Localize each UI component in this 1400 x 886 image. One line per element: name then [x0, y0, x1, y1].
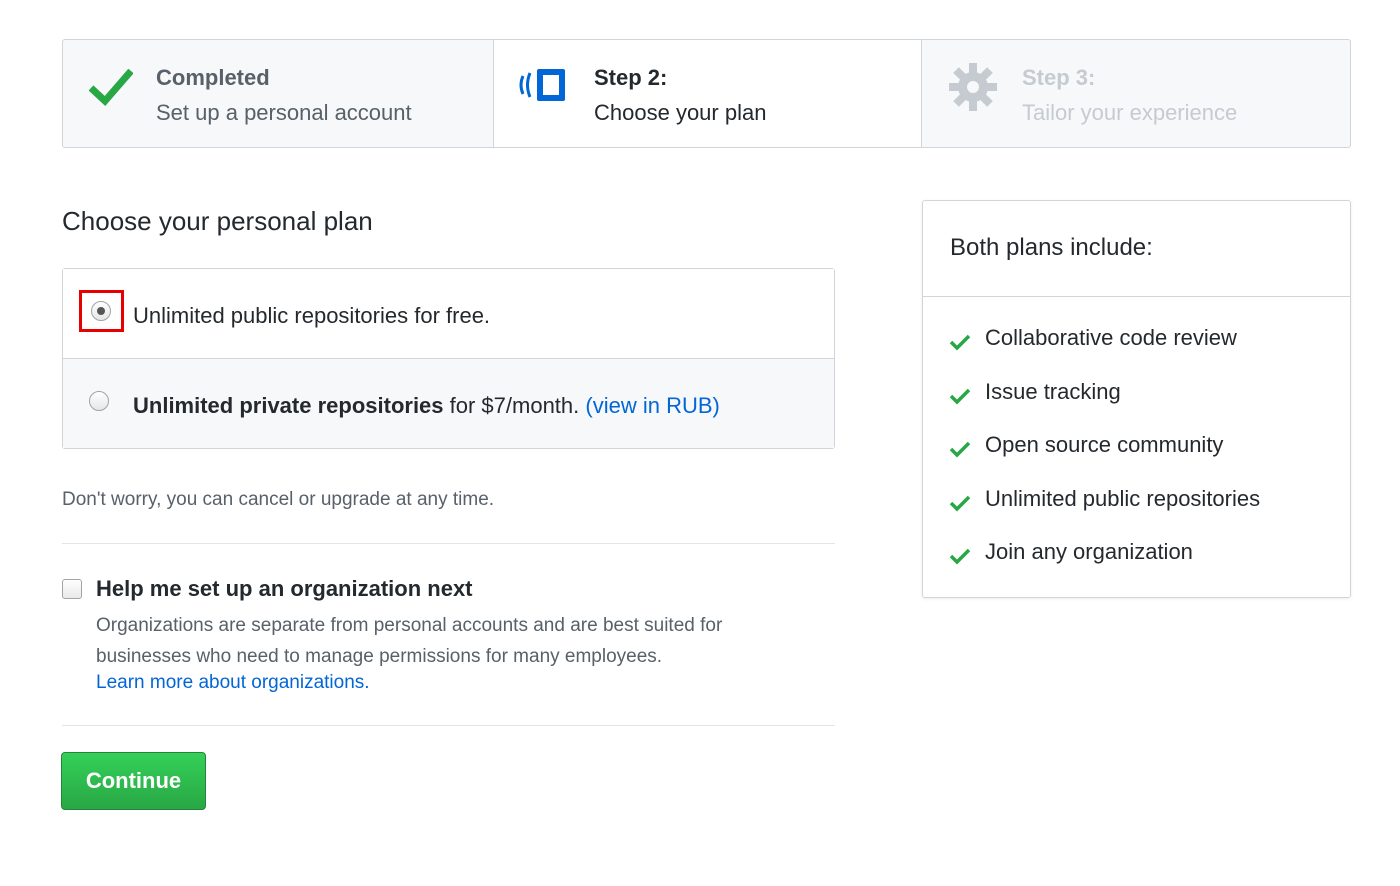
plan-option-free[interactable]: Unlimited public repositories for free.	[63, 269, 834, 359]
list-item: Open source community	[923, 432, 1350, 486]
organization-description: Organizations are separate from personal…	[96, 615, 723, 667]
step-2-title: Step 2:	[594, 65, 668, 90]
divider	[62, 543, 835, 544]
view-in-rub-link[interactable]: (view in RUB)	[585, 393, 719, 418]
plan-option-paid[interactable]: Unlimited private repositories for $7/mo…	[63, 359, 834, 448]
step-2-subtitle: Choose your plan	[594, 100, 767, 125]
step-upcoming: Step 3: Tailor your experience	[921, 40, 1350, 147]
checkmark-icon	[949, 494, 971, 517]
step-3-title: Step 3:	[1022, 65, 1096, 90]
organization-checkbox-label[interactable]: Help me set up an organization next	[96, 576, 473, 602]
feature-label: Issue tracking	[985, 378, 1121, 404]
plan-features-box: Both plans include: Collaborative code r…	[922, 200, 1351, 598]
plan-icon	[518, 67, 570, 112]
plan-features-list: Collaborative code review Issue tracking…	[923, 297, 1350, 593]
continue-button[interactable]: Continue	[61, 752, 206, 810]
signup-steps: Completed Set up a personal account Step…	[62, 39, 1351, 148]
paid-plan-label-bold: Unlimited private repositories	[133, 393, 444, 418]
feature-label: Open source community	[985, 432, 1224, 457]
step-3-subtitle: Tailor your experience	[1022, 100, 1238, 125]
checkmark-icon	[949, 547, 971, 570]
plan-features-header: Both plans include:	[923, 201, 1350, 297]
free-plan-label[interactable]: Unlimited public repositories for free.	[133, 303, 490, 329]
checkmark-icon	[949, 440, 971, 463]
feature-label: Collaborative code review	[985, 325, 1237, 350]
feature-label: Join any organization	[985, 539, 1193, 564]
learn-more-organizations-link[interactable]: Learn more about organizations.	[96, 672, 370, 694]
list-item: Collaborative code review	[923, 325, 1350, 379]
divider	[62, 725, 835, 726]
paid-plan-radio[interactable]	[89, 391, 109, 411]
list-item: Issue tracking	[923, 379, 1350, 433]
paid-plan-label-price: for $7/month.	[443, 393, 586, 418]
step-current: Step 2: Choose your plan	[493, 40, 921, 147]
step-completed: Completed Set up a personal account	[63, 40, 493, 147]
free-plan-radio[interactable]	[91, 301, 111, 321]
list-item: Join any organization	[923, 539, 1350, 593]
plan-features-title: Both plans include:	[950, 234, 1153, 261]
step-1-subtitle: Set up a personal account	[156, 100, 412, 125]
page-title: Choose your personal plan	[62, 206, 373, 236]
highlight-box	[79, 290, 124, 332]
list-item: Unlimited public repositories	[923, 486, 1350, 540]
organization-checkbox[interactable]	[62, 579, 82, 599]
paid-plan-label[interactable]: Unlimited private repositories for $7/mo…	[133, 393, 720, 419]
plan-options: Unlimited public repositories for free. …	[62, 268, 835, 449]
feature-label: Unlimited public repositories	[985, 485, 1261, 511]
step-1-title: Completed	[156, 65, 270, 90]
checkmark-icon	[949, 387, 971, 410]
cancel-note: Don't worry, you can cancel or upgrade a…	[62, 489, 495, 510]
gear-icon	[948, 62, 998, 117]
checkmark-icon	[88, 67, 134, 112]
checkmark-icon	[949, 333, 971, 356]
